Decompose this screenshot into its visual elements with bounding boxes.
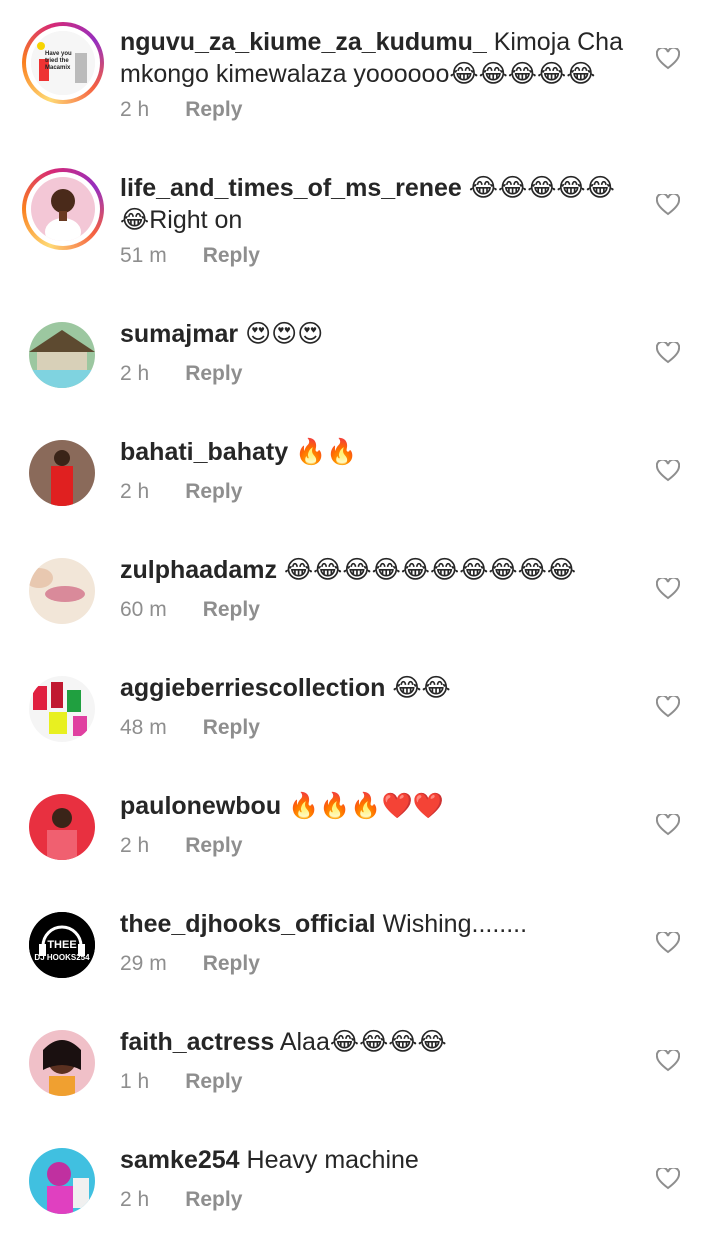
- comment-time: 29 m: [120, 952, 167, 975]
- comment-username[interactable]: samke254: [120, 1146, 240, 1174]
- comment-row: zulphaadamz 😂😂😂😂😂😂😂😂😂😂 60 m Reply: [0, 528, 720, 646]
- avatar-caption: Have you tried the Macamix: [45, 51, 72, 71]
- comment-row: life_and_times_of_ms_renee 😂😂😂😂😂😂Right o…: [0, 146, 720, 286]
- reply-button[interactable]: Reply: [203, 952, 260, 975]
- comment-username[interactable]: zulphaadamz: [120, 556, 277, 584]
- comment-row: paulonewbou 🔥🔥🔥❤️❤️ 2 h Reply: [0, 764, 720, 882]
- avatar[interactable]: [29, 1148, 95, 1214]
- comment-row: bahati_bahaty 🔥🔥 2 h Reply: [0, 410, 720, 528]
- comment-meta: 51 m Reply: [120, 244, 260, 268]
- comment-meta: 60 m Reply: [120, 598, 260, 622]
- comment-time: 51 m: [120, 244, 167, 267]
- avatar[interactable]: [29, 322, 95, 388]
- comment-username[interactable]: thee_djhooks_official: [120, 910, 376, 938]
- comment-text: zulphaadamz 😂😂😂😂😂😂😂😂😂😂: [120, 554, 640, 586]
- comment-row: Have you tried the Macamix nguvu_za_kium…: [0, 0, 720, 140]
- avatar[interactable]: [29, 440, 95, 506]
- avatar[interactable]: [29, 676, 95, 742]
- comment-text: nguvu_za_kiume_za_kudumu_ Kimoja Cha mko…: [120, 26, 640, 90]
- comment-time: 48 m: [120, 716, 167, 739]
- reply-button[interactable]: Reply: [185, 1070, 242, 1093]
- heart-outline-icon[interactable]: [656, 932, 680, 954]
- comment-username[interactable]: aggieberriescollection: [120, 674, 385, 702]
- comment-time: 2 h: [120, 1188, 150, 1211]
- reply-button[interactable]: Reply: [203, 244, 260, 267]
- heart-outline-icon[interactable]: [656, 1050, 680, 1072]
- avatar[interactable]: THEE DJ HOOKS254: [29, 912, 95, 978]
- comments-list: Have you tried the Macamix nguvu_za_kium…: [0, 0, 720, 1236]
- comment-message: Wishing........: [382, 910, 528, 938]
- comment-username[interactable]: paulonewbou: [120, 792, 281, 820]
- heart-outline-icon[interactable]: [656, 460, 680, 482]
- heart-outline-icon[interactable]: [656, 194, 680, 216]
- heart-outline-icon[interactable]: [656, 1168, 680, 1190]
- comment-username[interactable]: nguvu_za_kiume_za_kudumu_: [120, 28, 487, 56]
- comment-username[interactable]: bahati_bahaty: [120, 438, 288, 466]
- comment-message: 🔥🔥🔥❤️❤️: [288, 792, 444, 820]
- comment-meta: 48 m Reply: [120, 716, 260, 740]
- comment-time: 2 h: [120, 834, 150, 857]
- heart-outline-icon[interactable]: [656, 578, 680, 600]
- comment-text: thee_djhooks_official Wishing........: [120, 908, 640, 940]
- reply-button[interactable]: Reply: [185, 480, 242, 503]
- comment-time: 2 h: [120, 362, 150, 385]
- reply-button[interactable]: Reply: [185, 1188, 242, 1211]
- comment-time: 1 h: [120, 1070, 150, 1093]
- avatar-story-ring[interactable]: [22, 168, 104, 250]
- avatar: Have you tried the Macamix: [31, 31, 95, 95]
- avatar-caption: THEE: [47, 939, 77, 951]
- comment-meta: 2 h Reply: [120, 1188, 242, 1212]
- comment-meta: 29 m Reply: [120, 952, 260, 976]
- avatar[interactable]: [29, 794, 95, 860]
- comment-meta: 2 h Reply: [120, 362, 242, 386]
- heart-outline-icon[interactable]: [656, 342, 680, 364]
- comment-message: Alaa😂😂😂😂: [279, 1028, 447, 1056]
- heart-outline-icon[interactable]: [656, 48, 680, 70]
- comment-message: 🔥🔥: [295, 438, 358, 466]
- heart-outline-icon[interactable]: [656, 696, 680, 718]
- comment-row: samke254 Heavy machine 2 h Reply: [0, 1118, 720, 1236]
- avatar[interactable]: [29, 1030, 95, 1096]
- heart-outline-icon[interactable]: [656, 814, 680, 836]
- comment-text: paulonewbou 🔥🔥🔥❤️❤️: [120, 790, 640, 822]
- comment-time: 60 m: [120, 598, 167, 621]
- comment-message: 😂😂: [392, 674, 451, 702]
- comment-meta: 2 h Reply: [120, 480, 242, 504]
- comment-row: aggieberriescollection 😂😂 48 m Reply: [0, 646, 720, 764]
- comment-time: 2 h: [120, 98, 150, 121]
- comment-message: 😍😍😍: [245, 320, 324, 348]
- comment-meta: 2 h Reply: [120, 98, 242, 122]
- comment-meta: 2 h Reply: [120, 834, 242, 858]
- comment-text: faith_actress Alaa😂😂😂😂: [120, 1026, 640, 1058]
- comment-username[interactable]: sumajmar: [120, 320, 238, 348]
- comment-username[interactable]: life_and_times_of_ms_renee: [120, 174, 462, 202]
- reply-button[interactable]: Reply: [185, 98, 242, 121]
- comment-username[interactable]: faith_actress: [120, 1028, 274, 1056]
- avatar: [31, 177, 95, 241]
- comment-row: sumajmar 😍😍😍 2 h Reply: [0, 292, 720, 410]
- comment-text: life_and_times_of_ms_renee 😂😂😂😂😂😂Right o…: [120, 172, 640, 236]
- comment-meta: 1 h Reply: [120, 1070, 242, 1094]
- comment-message: 😂😂😂😂😂😂😂😂😂😂: [283, 556, 577, 584]
- comment-text: sumajmar 😍😍😍: [120, 318, 640, 350]
- comment-text: bahati_bahaty 🔥🔥: [120, 436, 640, 468]
- comment-message: Heavy machine: [246, 1146, 419, 1174]
- avatar-caption: DJ HOOKS254: [34, 953, 90, 962]
- reply-button[interactable]: Reply: [185, 362, 242, 385]
- comment-time: 2 h: [120, 480, 150, 503]
- comment-text: samke254 Heavy machine: [120, 1144, 640, 1176]
- avatar-story-ring[interactable]: Have you tried the Macamix: [22, 22, 104, 104]
- comment-row: THEE DJ HOOKS254 thee_djhooks_official W…: [0, 882, 720, 1000]
- reply-button[interactable]: Reply: [203, 716, 260, 739]
- avatar[interactable]: [29, 558, 95, 624]
- comment-row: faith_actress Alaa😂😂😂😂 1 h Reply: [0, 1000, 720, 1118]
- reply-button[interactable]: Reply: [185, 834, 242, 857]
- comment-text: aggieberriescollection 😂😂: [120, 672, 640, 704]
- reply-button[interactable]: Reply: [203, 598, 260, 621]
